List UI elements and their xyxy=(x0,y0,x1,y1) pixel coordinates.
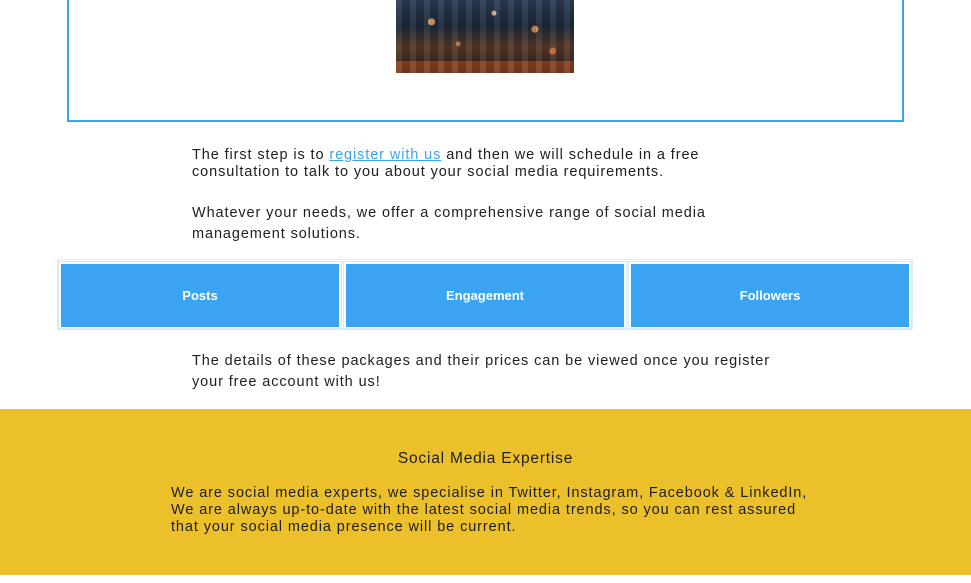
packages-note: The details of these packages and their … xyxy=(192,353,770,390)
intro-paragraph-solutions: Whatever your needs, we offer a comprehe… xyxy=(192,205,706,242)
package-button-followers[interactable]: Followers xyxy=(628,261,912,330)
expertise-section: Social Media Expertise We are social med… xyxy=(0,409,971,575)
expertise-text: We are social media experts, we speciali… xyxy=(171,485,808,535)
package-button-posts[interactable]: Posts xyxy=(58,261,342,330)
expertise-title: Social Media Expertise xyxy=(397,450,574,467)
intro-text-before-link: The first step is to xyxy=(192,147,330,163)
register-link[interactable]: register with us xyxy=(329,147,441,163)
intro-paragraph-register: The first step is to register with us an… xyxy=(192,147,752,181)
package-button-engagement[interactable]: Engagement xyxy=(343,261,627,330)
hero-image xyxy=(396,0,574,73)
page: The first step is to register with us an… xyxy=(0,0,971,583)
